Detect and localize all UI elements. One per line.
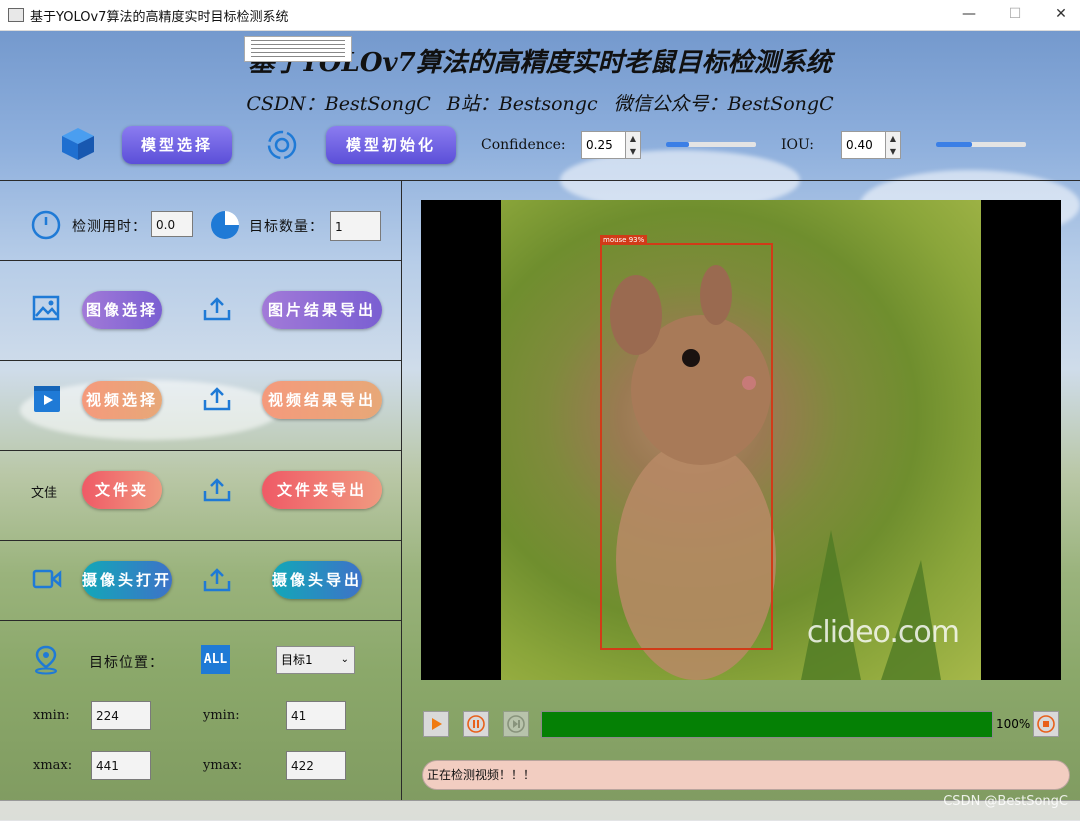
image-icon: [32, 295, 60, 321]
video-file-icon: [34, 386, 60, 412]
divider: [0, 360, 401, 361]
window-titlebar: 基于YOLOv7算法的高精度实时目标检测系统 — ☐ ✕: [0, 0, 1080, 31]
step-forward-icon: [507, 715, 525, 733]
upload-icon[interactable]: [202, 296, 232, 322]
camera-open-button[interactable]: 摄像头打开: [82, 561, 172, 599]
location-pin-icon: [35, 645, 57, 675]
spin-up-icon[interactable]: ▲: [885, 132, 900, 145]
document-thumbnail: [244, 36, 352, 62]
upload-icon[interactable]: [202, 386, 232, 412]
camera-export-button[interactable]: 摄像头导出: [272, 561, 362, 599]
detect-time-field[interactable]: 0.0: [151, 211, 193, 237]
pause-button[interactable]: [463, 711, 489, 737]
iou-spinbox[interactable]: 0.40 ▲ ▼: [841, 131, 901, 159]
video-export-button[interactable]: 视频结果导出: [262, 381, 382, 419]
target-position-label: 目标位置：: [89, 655, 164, 671]
ymax-field[interactable]: 422: [286, 751, 346, 780]
all-targets-icon[interactable]: ALL: [201, 645, 230, 674]
window-statusbar: [0, 800, 1080, 821]
video-display: mouse 93% clideo.com: [421, 200, 1061, 680]
folder-select-button[interactable]: 文件夹: [82, 471, 162, 509]
ymin-label: ymin:: [203, 708, 240, 723]
camera-icon: [32, 569, 62, 589]
video-watermark: clideo.com: [806, 615, 960, 650]
status-bar: 正在检测视频！！！: [422, 760, 1070, 790]
detection-bounding-box: [600, 243, 773, 650]
chevron-down-icon: ⌄: [340, 654, 349, 665]
step-button[interactable]: [503, 711, 529, 737]
divider: [0, 450, 401, 451]
video-progress-bar[interactable]: [541, 711, 993, 738]
target-select-dropdown[interactable]: 目标1 ⌄: [276, 646, 355, 674]
folder-export-button[interactable]: 文件夹导出: [262, 471, 382, 509]
model-init-button[interactable]: 模型初始化: [326, 126, 456, 164]
iou-slider[interactable]: [936, 142, 1026, 147]
detection-label: mouse 93%: [600, 235, 648, 245]
detection-frame: mouse 93% clideo.com: [501, 200, 981, 680]
window-title: 基于YOLOv7算法的高精度实时目标检测系统: [30, 10, 289, 25]
image-select-button[interactable]: 图像选择: [82, 291, 162, 329]
spin-down-icon[interactable]: ▼: [885, 145, 900, 158]
target-selected-value: 目标1: [281, 653, 313, 667]
divider: [401, 180, 402, 800]
divider: [0, 180, 1080, 181]
iou-label: IOU:: [781, 137, 815, 153]
page-title: 基于YOLOv7算法的高精度实时老鼠目标检测系统: [248, 48, 832, 78]
progress-percent: 100%: [996, 717, 1031, 731]
init-gear-icon: [267, 130, 297, 160]
play-button[interactable]: [423, 711, 449, 737]
xmin-label: xmin:: [33, 708, 70, 723]
spin-down-icon[interactable]: ▼: [625, 145, 640, 158]
cube-icon: [62, 128, 94, 160]
xmax-field[interactable]: 441: [91, 751, 151, 780]
stop-icon: [1037, 715, 1055, 733]
pie-chart-icon: [211, 211, 239, 239]
app-icon: [8, 8, 24, 22]
ymax-label: ymax:: [203, 758, 243, 773]
image-export-button[interactable]: 图片结果导出: [262, 291, 382, 329]
play-icon: [432, 718, 442, 730]
close-button[interactable]: ✕: [1047, 4, 1075, 24]
xmin-field[interactable]: 224: [91, 701, 151, 730]
upload-icon[interactable]: [202, 567, 232, 593]
maximize-button[interactable]: ☐: [1001, 4, 1029, 24]
ymin-field[interactable]: 41: [286, 701, 346, 730]
xmax-label: xmax:: [33, 758, 73, 773]
pause-icon: [467, 715, 485, 733]
detect-time-label: 检测用时：: [72, 219, 147, 235]
divider: [0, 540, 401, 541]
divider: [0, 620, 401, 621]
page-subtitle: CSDN：BestSongC B站：Bestsongc 微信公众号：BestSo…: [246, 93, 834, 115]
model-select-button[interactable]: 模型选择: [122, 126, 232, 164]
upload-icon[interactable]: [202, 477, 232, 503]
minimize-button[interactable]: —: [955, 4, 983, 24]
confidence-slider[interactable]: [666, 142, 756, 147]
target-count-field[interactable]: 1: [330, 211, 381, 241]
footer-watermark: CSDN @BestSongC: [943, 794, 1068, 809]
confidence-label: Confidence:: [481, 137, 566, 153]
stop-button[interactable]: [1033, 711, 1059, 737]
folder-icon-text: 文佳: [31, 486, 58, 501]
iou-value: 0.40: [846, 138, 873, 152]
video-select-button[interactable]: 视频选择: [82, 381, 162, 419]
spin-up-icon[interactable]: ▲: [625, 132, 640, 145]
confidence-value: 0.25: [586, 138, 613, 152]
confidence-spinbox[interactable]: 0.25 ▲ ▼: [581, 131, 641, 159]
target-count-label: 目标数量：: [249, 219, 324, 235]
divider: [0, 260, 401, 261]
clock-icon: [31, 210, 61, 240]
